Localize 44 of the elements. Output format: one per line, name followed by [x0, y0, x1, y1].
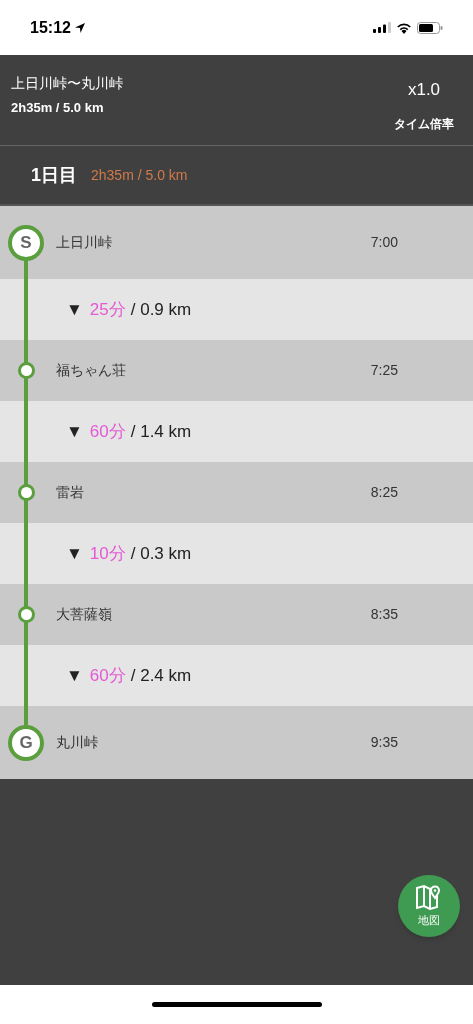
point-time: 8:35	[370, 605, 398, 624]
battery-icon	[417, 21, 443, 34]
down-arrow-icon: ▼	[66, 662, 83, 689]
segment-distance: / 0.9 km	[130, 298, 192, 321]
route-title: 上日川峠〜丸川峠	[11, 74, 123, 93]
signal-icon	[373, 22, 391, 33]
start-marker: S	[8, 224, 44, 261]
day-label: 1日目	[31, 163, 77, 187]
point-row[interactable]: 福ちゃん荘 7:25	[0, 340, 473, 401]
point-name: 上日川峠	[56, 233, 112, 252]
segment-distance: / 1.4 km	[130, 420, 192, 443]
wifi-icon	[396, 21, 412, 34]
time-multiplier-button[interactable]: x1.0 タイム倍率	[394, 73, 462, 145]
status-time: 15:12	[30, 17, 71, 38]
map-pin-icon	[415, 883, 443, 910]
goal-marker: G	[8, 724, 44, 761]
point-row[interactable]: S 上日川峠 7:00	[0, 206, 473, 279]
point-name: 福ちゃん荘	[56, 361, 126, 380]
waypoint-marker	[17, 606, 35, 623]
down-arrow-icon: ▼	[66, 418, 83, 445]
down-arrow-icon: ▼	[66, 540, 83, 567]
segment-duration: 60分	[89, 420, 126, 443]
point-time: 7:00	[370, 233, 398, 252]
segment-duration: 10分	[89, 542, 126, 565]
point-time: 8:25	[370, 483, 398, 502]
waypoint-marker	[17, 484, 35, 501]
point-row[interactable]: G 丸川峠 9:35	[0, 706, 473, 779]
location-arrow-icon	[73, 21, 86, 34]
segment-duration: 25分	[89, 298, 126, 321]
point-name: 雷岩	[56, 483, 84, 502]
point-name: 大菩薩嶺	[56, 605, 112, 624]
point-name: 丸川峠	[56, 733, 98, 752]
map-button[interactable]: 地図	[398, 875, 460, 937]
day-summary: 2h35m / 5.0 km	[91, 165, 188, 185]
point-row[interactable]: 大菩薩嶺 8:35	[0, 584, 473, 645]
down-arrow-icon: ▼	[66, 296, 83, 323]
point-row[interactable]: 雷岩 8:25	[0, 462, 473, 523]
point-time: 7:25	[370, 361, 398, 380]
waypoint-marker	[17, 362, 35, 379]
segment-distance: / 0.3 km	[130, 542, 192, 565]
segment-distance: / 2.4 km	[130, 664, 192, 687]
point-time: 9:35	[370, 733, 398, 752]
segment-duration: 60分	[89, 664, 126, 687]
route-summary: 2h35m / 5.0 km	[11, 99, 105, 117]
